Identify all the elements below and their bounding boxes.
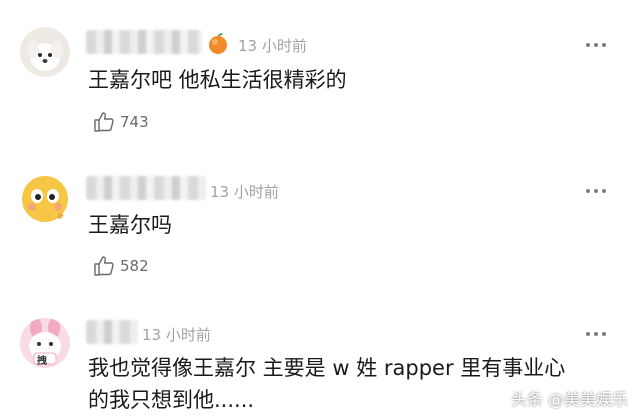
peach-icon <box>206 31 230 59</box>
username-blurred[interactable] <box>86 320 138 344</box>
comment-time: 13 小时前 <box>238 37 307 55</box>
like-count: 743 <box>120 113 149 131</box>
comment-text: 王嘉尔吗 <box>88 213 172 237</box>
comment-text-line-1: 我也觉得像王嘉尔 主要是 w 姓 rapper 里有事业心 <box>88 356 566 380</box>
comment-text: 王嘉尔吧 他私生活很精彩的 <box>88 68 347 92</box>
username-blurred[interactable] <box>86 30 202 54</box>
more-options-icon[interactable] <box>586 332 606 336</box>
comment-time: 13 小时前 <box>142 326 211 344</box>
like-button[interactable]: 582 <box>92 254 149 278</box>
comment-time: 13 小时前 <box>210 183 279 201</box>
thinking-emoji-avatar[interactable] <box>20 174 70 224</box>
username-blurred[interactable] <box>86 176 206 200</box>
thumbs-up-icon <box>94 256 114 276</box>
pink-bunny-avatar[interactable]: 拽 <box>20 318 70 368</box>
thumbs-up-icon <box>94 112 114 132</box>
more-options-icon[interactable] <box>586 43 606 47</box>
comment-text-line-2: 的我只想到他...... <box>88 388 255 412</box>
avatar-badge-text: 拽 <box>37 356 47 367</box>
white-dog-avatar[interactable] <box>20 27 70 77</box>
like-button[interactable]: 743 <box>92 110 149 134</box>
watermark: 头条 @美美娱乐 <box>510 390 628 409</box>
more-options-icon[interactable] <box>586 189 606 193</box>
like-count: 582 <box>120 257 149 275</box>
